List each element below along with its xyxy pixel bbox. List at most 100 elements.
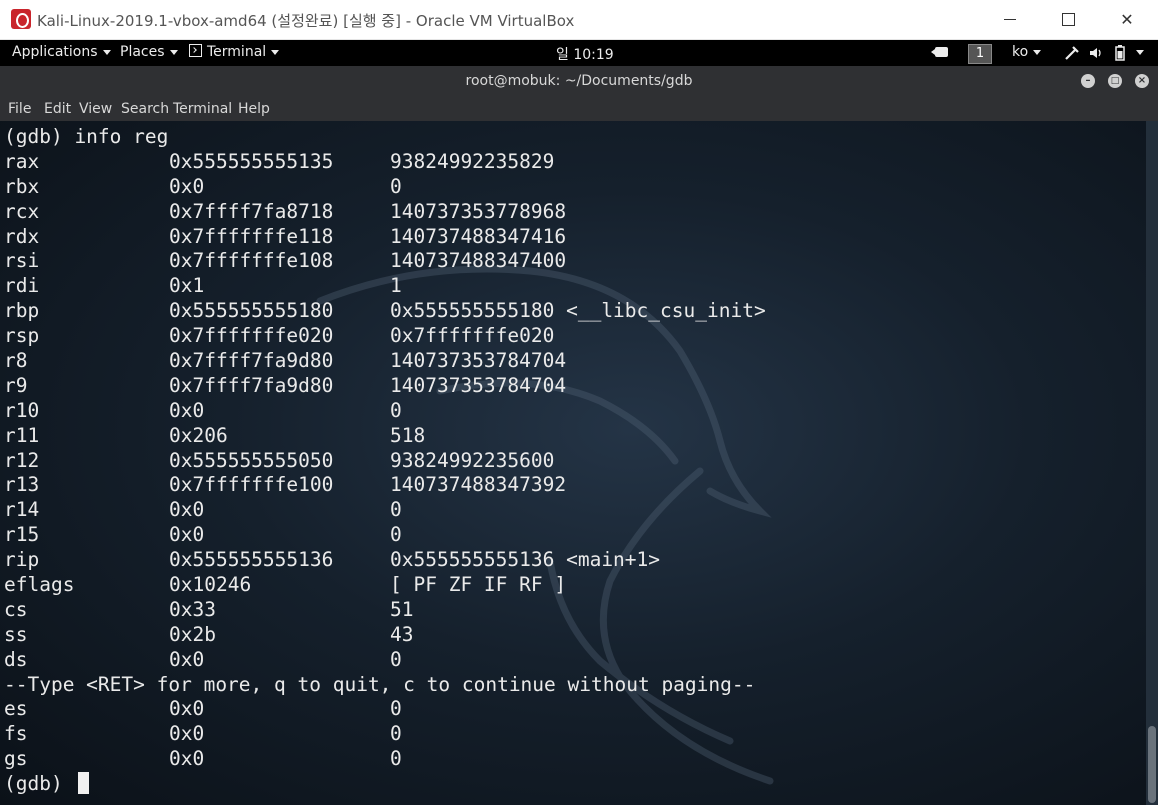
register-hex: 0x0 — [169, 722, 205, 746]
register-name: cs — [4, 597, 28, 621]
clock[interactable]: 일 10:19 — [556, 44, 614, 64]
register-row: rbx 0x0 0 — [4, 175, 755, 200]
register-name: r8 — [4, 349, 28, 373]
terminal-app-menu[interactable]: Terminal — [189, 44, 280, 60]
register-row: r12 0x555555555050 93824992235600 — [4, 449, 755, 474]
register-value: 140737488347392 — [390, 473, 567, 497]
maximize-button[interactable] — [1039, 0, 1097, 39]
register-name: es — [4, 697, 28, 721]
register-value: 140737353784704 — [390, 349, 567, 373]
battery-icon[interactable] — [1114, 44, 1126, 62]
applications-label: Applications — [12, 44, 98, 60]
register-row: r15 0x0 0 — [4, 523, 755, 548]
register-row: rax 0x555555555135 93824992235829 — [4, 150, 755, 175]
register-hex: 0x2b — [169, 622, 216, 646]
register-name: rbx — [4, 174, 40, 198]
register-value: 0x7fffffffe020 — [390, 324, 555, 348]
register-value: 0 — [390, 174, 402, 198]
terminal-app-label: Terminal — [207, 44, 267, 60]
register-hex: 0x7ffff7fa9d80 — [169, 349, 334, 373]
register-value: 518 — [390, 423, 426, 447]
register-hex: 0x7fffffffe020 — [169, 324, 334, 348]
applications-menu[interactable]: Applications — [12, 44, 111, 60]
window-title: Kali-Linux-2019.1-vbox-amd64 (설정완료) [실행 … — [37, 12, 575, 30]
menu-file[interactable]: File — [8, 101, 31, 117]
places-label: Places — [120, 44, 165, 60]
menu-edit[interactable]: Edit — [44, 101, 71, 117]
register-name: ds — [4, 647, 28, 671]
register-row: r11 0x206 518 — [4, 424, 755, 449]
register-value: 140737353784704 — [390, 373, 567, 397]
register-name: r12 — [4, 448, 40, 472]
register-row: rbp 0x555555555180 0x555555555180 <__libc_… — [4, 299, 766, 324]
chevron-down-icon[interactable] — [1136, 50, 1144, 55]
command-line: (gdb) info reg — [4, 125, 755, 150]
top-panel: Applications Places Terminal 일 10:19 1 k… — [0, 40, 1158, 66]
close-icon: ✕ — [1120, 10, 1134, 29]
workspace-indicator[interactable]: 1 — [968, 44, 992, 64]
register-name: r11 — [4, 423, 40, 447]
register-name: r13 — [4, 473, 40, 497]
network-icon[interactable] — [1064, 45, 1080, 61]
register-value: 0 — [390, 523, 402, 547]
register-row: r8 0x7ffff7fa9d80 140737353784704 — [4, 349, 755, 374]
pager-prompt: --Type <RET> for more, q to quit, c to c… — [4, 673, 755, 698]
register-name: fs — [4, 722, 28, 746]
register-hex: 0x33 — [169, 597, 216, 621]
terminal-close-button[interactable] — [1135, 74, 1149, 88]
register-row: r14 0x0 0 — [4, 498, 755, 523]
register-row: r10 0x0 0 — [4, 399, 755, 424]
places-menu[interactable]: Places — [120, 44, 178, 60]
register-hex: 0x7ffff7fa8718 — [169, 199, 334, 223]
register-hex: 0x0 — [169, 697, 205, 721]
language-menu[interactable]: ko — [1012, 44, 1042, 60]
terminal-title: root@mobuk: ~/Documents/gdb — [465, 73, 693, 89]
register-hex: 0x0 — [169, 647, 205, 671]
register-value: 93824992235600 — [390, 448, 555, 472]
register-name: rsp — [4, 324, 40, 348]
menu-terminal[interactable]: Terminal — [173, 101, 232, 117]
window-titlebar: Kali-Linux-2019.1-vbox-amd64 (설정완료) [실행 … — [0, 0, 1158, 40]
register-name: rdx — [4, 224, 40, 248]
register-row: rdi 0x1 1 — [4, 274, 755, 299]
register-name: rbp — [4, 299, 40, 323]
register-name: rdi — [4, 274, 40, 298]
prompt-line[interactable]: (gdb) — [4, 772, 755, 797]
terminal-scrollbar[interactable] — [1146, 121, 1158, 805]
register-value: 140737488347400 — [390, 249, 567, 273]
menu-help[interactable]: Help — [238, 101, 270, 117]
terminal-titlebar: root@mobuk: ~/Documents/gdb — [0, 66, 1158, 97]
chevron-down-icon — [169, 49, 178, 55]
register-hex: 0x0 — [169, 523, 205, 547]
register-value: 140737353778968 — [390, 199, 567, 223]
register-hex: 0x7fffffffe108 — [169, 249, 334, 273]
register-row: ds 0x0 0 — [4, 648, 755, 673]
register-name: ss — [4, 622, 28, 646]
pager-text: --Type <RET> for more, q to quit, c to c… — [4, 672, 756, 696]
register-name: rip — [4, 548, 40, 572]
terminal-maximize-button[interactable] — [1108, 74, 1122, 88]
register-row: gs 0x0 0 — [4, 747, 755, 772]
close-button[interactable]: ✕ — [1098, 0, 1156, 39]
register-value: 43 — [390, 622, 414, 646]
minimize-icon — [1004, 19, 1016, 20]
register-row: rdx 0x7fffffffe118 140737488347416 — [4, 225, 755, 250]
video-camera-icon[interactable] — [931, 47, 948, 57]
menu-search[interactable]: Search — [121, 101, 169, 117]
scrollbar-thumb[interactable] — [1148, 726, 1156, 803]
chevron-down-icon — [1033, 49, 1042, 55]
minimize-button[interactable] — [981, 0, 1039, 39]
register-value: [ PF ZF IF RF ] — [390, 573, 567, 597]
register-row: eflags 0x10246 [ PF ZF IF RF ] — [4, 573, 755, 598]
terminal-minimize-button[interactable] — [1081, 74, 1095, 88]
register-row: cs 0x33 51 — [4, 598, 755, 623]
virtualbox-icon — [11, 9, 31, 29]
terminal-output[interactable]: (gdb) info reg rax 0x555555555135 93824992… — [0, 121, 1146, 805]
register-value: 0 — [390, 722, 402, 746]
volume-icon[interactable] — [1088, 45, 1104, 61]
register-hex: 0x7fffffffe100 — [169, 473, 334, 497]
menu-view[interactable]: View — [79, 101, 112, 117]
register-hex: 0x7ffff7fa9d80 — [169, 373, 334, 397]
register-name: r10 — [4, 398, 40, 422]
register-name: gs — [4, 747, 28, 771]
